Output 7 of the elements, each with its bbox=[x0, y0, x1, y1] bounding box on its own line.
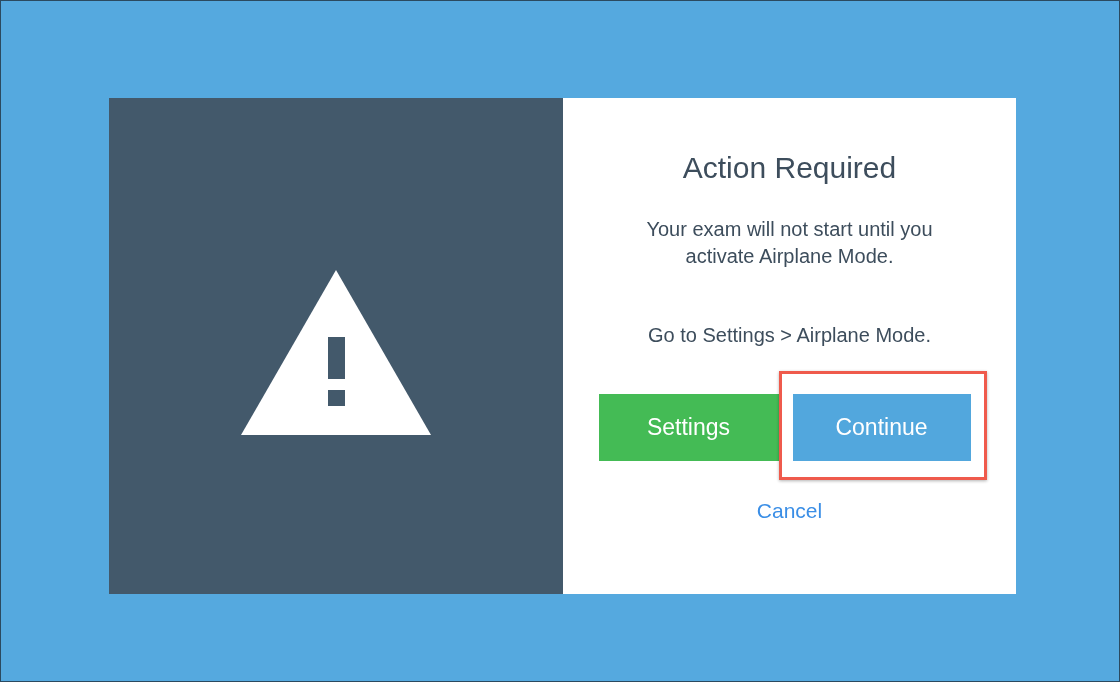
settings-button[interactable]: Settings bbox=[598, 394, 779, 461]
cancel-link[interactable]: Cancel bbox=[756, 499, 823, 523]
message-text: Your exam will not start until you activate Airplane Mode. bbox=[645, 217, 934, 269]
dialog-title: Action Required bbox=[682, 151, 897, 185]
continue-button[interactable]: Continue bbox=[792, 394, 971, 461]
instruction-text: Go to Settings > Airplane Mode. bbox=[648, 323, 931, 348]
warning-icon bbox=[241, 269, 431, 435]
